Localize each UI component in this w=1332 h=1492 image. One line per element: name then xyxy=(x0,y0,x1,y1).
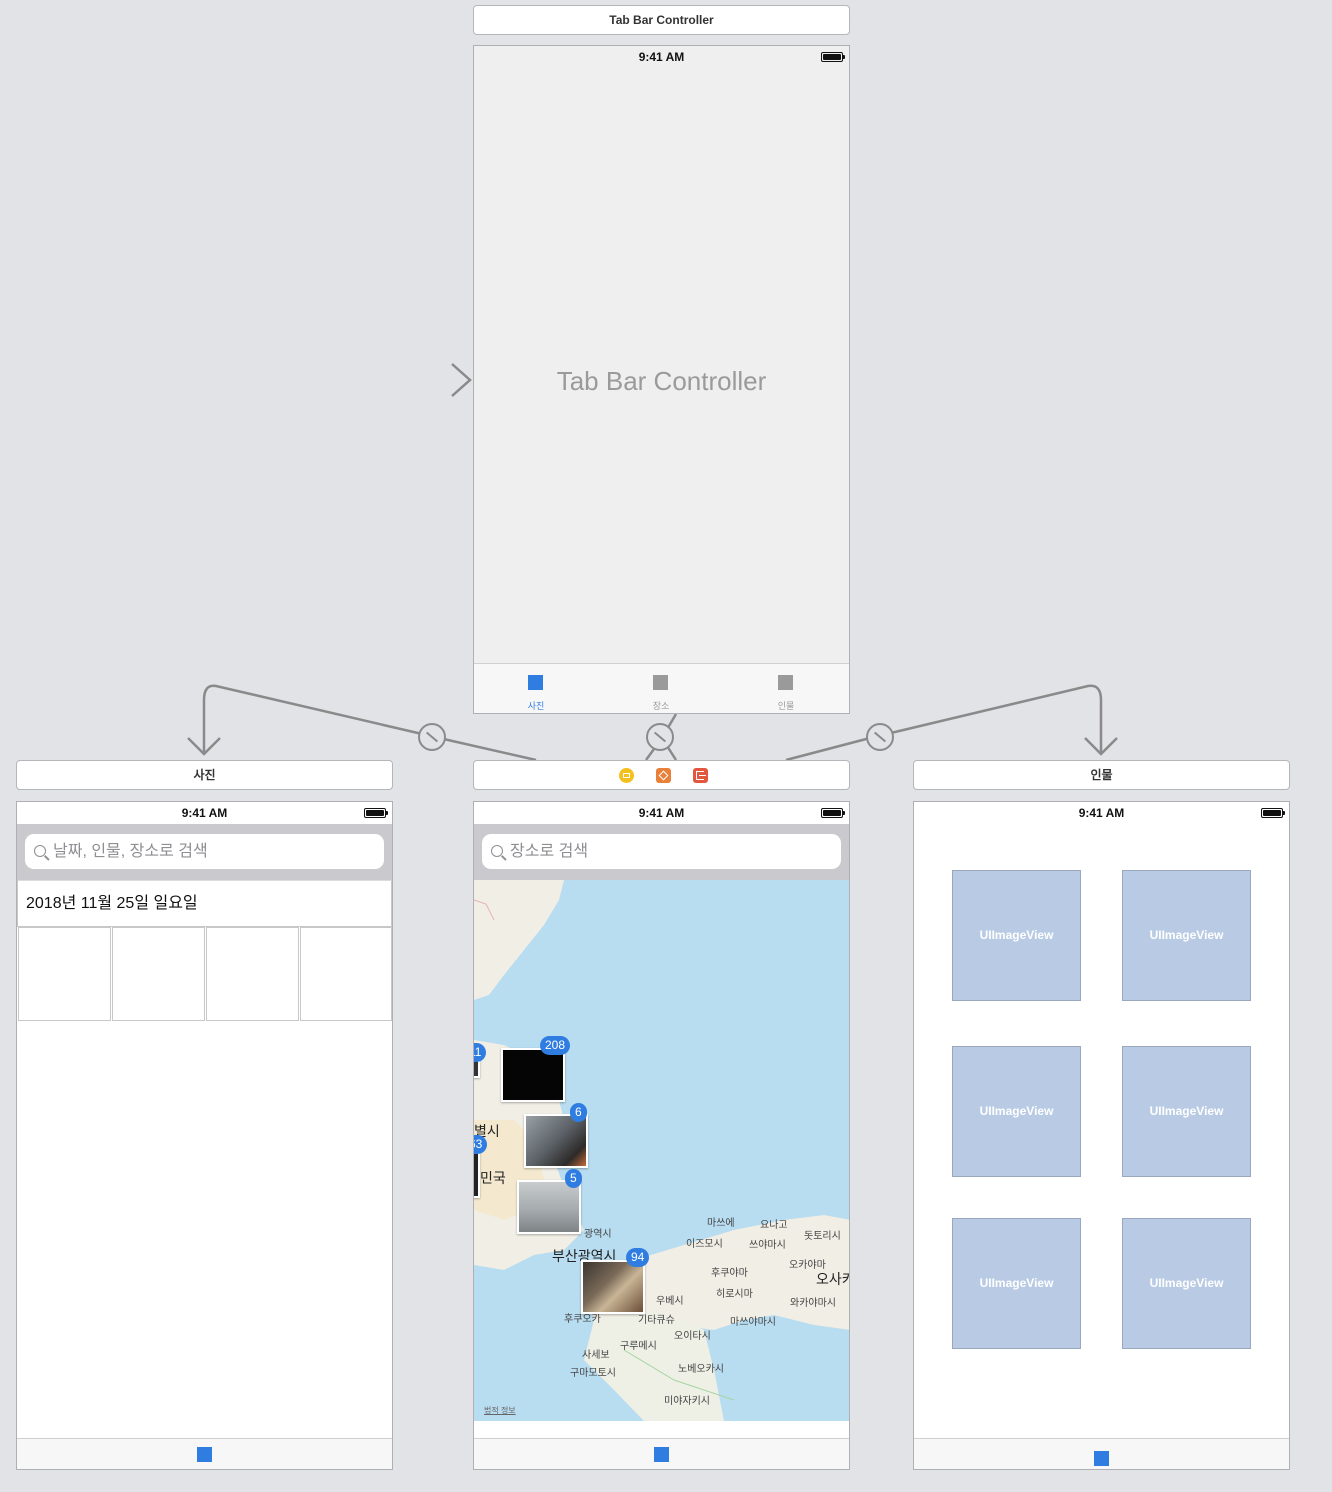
map-label: 민국 xyxy=(480,1170,506,1186)
photo-cluster-pin[interactable] xyxy=(474,1150,480,1198)
photo-cluster-pin[interactable] xyxy=(517,1180,581,1234)
tab-bar xyxy=(474,1438,849,1469)
tab-people[interactable]: 인물 xyxy=(761,674,811,712)
map-label: 오이타시 xyxy=(674,1331,711,1342)
search-bar-container: 장소로 검색 xyxy=(474,824,849,880)
tab-people-icon xyxy=(778,675,793,690)
search-input[interactable]: 장소로 검색 xyxy=(482,834,841,869)
search-input[interactable]: 날짜, 인물, 장소로 검색 xyxy=(25,834,384,869)
status-time: 9:41 AM xyxy=(1078,806,1125,820)
scene-header-tabbar[interactable]: Tab Bar Controller xyxy=(473,5,850,35)
status-bar: 9:41 AM xyxy=(17,802,392,824)
map-label: 돗토리시 xyxy=(804,1231,841,1242)
image-view[interactable]: UIImageView xyxy=(1122,870,1251,1001)
map-label: 우베시 xyxy=(656,1296,684,1307)
exit-icon[interactable] xyxy=(693,768,708,783)
cluster-count-badge: 6 xyxy=(570,1103,587,1122)
image-view[interactable]: UIImageView xyxy=(952,1046,1081,1177)
image-view[interactable]: UIImageView xyxy=(952,870,1081,1001)
tab-item-icon[interactable] xyxy=(1094,1451,1109,1466)
photo-cell[interactable] xyxy=(206,927,299,1021)
map-label: 오사카 xyxy=(816,1271,849,1287)
scene-placeholder-label: Tab Bar Controller xyxy=(556,366,767,396)
places-scene[interactable]: 9:41 AM 장소로 검색 별시 민국 광역시 부산광역시 마쓰에 요나고 돗… xyxy=(473,801,850,1470)
tab-places[interactable]: 장소 xyxy=(636,674,686,712)
tab-bar xyxy=(17,1438,392,1469)
map-label: 마쓰야마시 xyxy=(730,1317,776,1328)
relationship-segue-icon[interactable] xyxy=(646,723,674,751)
tab-photos-icon xyxy=(528,675,543,690)
scene-header-people[interactable]: 인물 xyxy=(913,760,1290,790)
legal-info-link[interactable]: 법적 정보 xyxy=(484,1405,516,1416)
search-placeholder: 장소로 검색 xyxy=(510,843,589,860)
photo-cluster-pin[interactable] xyxy=(524,1114,588,1168)
tab-bar xyxy=(914,1438,1289,1469)
map-label: 사세보 xyxy=(582,1350,610,1361)
tab-item-icon[interactable] xyxy=(197,1447,212,1462)
photo-cluster-pin[interactable] xyxy=(501,1048,565,1102)
tabbar-controller-scene[interactable]: 9:41 AM Tab Bar Controller 사진 장소 인물 xyxy=(473,45,850,714)
status-bar: 9:41 AM xyxy=(474,802,849,824)
map-label: 이즈모시 xyxy=(686,1239,723,1250)
tab-places-icon xyxy=(653,675,668,690)
image-view[interactable]: UIImageView xyxy=(952,1218,1081,1349)
tab-label: 사진 xyxy=(527,701,545,711)
photos-scene[interactable]: 9:41 AM 날짜, 인물, 장소로 검색 2018년 11월 25일 일요일 xyxy=(16,801,393,1470)
relationship-segue-icon[interactable] xyxy=(418,723,446,751)
map-label: 구마모토시 xyxy=(570,1368,616,1379)
map-label: 쓰야마시 xyxy=(749,1240,786,1251)
map-label: 미야자키시 xyxy=(664,1396,710,1407)
cluster-count-badge: 208 xyxy=(540,1036,571,1055)
map-view[interactable]: 별시 민국 광역시 부산광역시 마쓰에 요나고 돗토리시 이즈모시 쓰야마시 오… xyxy=(474,880,849,1421)
section-header: 2018년 11월 25일 일요일 xyxy=(17,880,392,927)
relationship-segue-icon[interactable] xyxy=(866,723,894,751)
tab-photos[interactable]: 사진 xyxy=(511,674,561,712)
battery-icon xyxy=(821,808,845,818)
search-bar-container: 날짜, 인물, 장소로 검색 xyxy=(17,824,392,880)
tab-label: 장소 xyxy=(652,701,670,711)
map-label: 후쿠야마 xyxy=(711,1268,748,1279)
tab-bar: 사진 장소 인물 xyxy=(474,663,849,713)
image-view[interactable]: UIImageView xyxy=(1122,1046,1251,1177)
photo-cell[interactable] xyxy=(300,927,392,1021)
people-scene[interactable]: 9:41 AM UIImageView UIImageView UIImageV… xyxy=(913,801,1290,1470)
photo-cell[interactable] xyxy=(18,927,111,1021)
status-time: 9:41 AM xyxy=(638,806,685,820)
battery-icon xyxy=(821,52,845,62)
tab-item-icon[interactable] xyxy=(654,1447,669,1462)
map-label: 노베오카시 xyxy=(678,1364,724,1375)
search-icon xyxy=(491,845,503,857)
map-label: 요나고 xyxy=(760,1220,788,1231)
search-placeholder: 날짜, 인물, 장소로 검색 xyxy=(53,843,208,860)
image-view[interactable]: UIImageView xyxy=(1122,1218,1251,1349)
photo-cluster-pin[interactable] xyxy=(581,1260,645,1314)
map-label: 와카야마시 xyxy=(790,1298,836,1309)
map-label: 마쓰에 xyxy=(707,1218,735,1229)
status-bar: 9:41 AM xyxy=(914,802,1289,824)
map-label: 광역시 xyxy=(584,1229,612,1240)
status-time: 9:41 AM xyxy=(638,50,685,64)
cluster-count-badge: 5 xyxy=(565,1169,582,1188)
status-time: 9:41 AM xyxy=(181,806,228,820)
cluster-count-badge: 94 xyxy=(626,1248,650,1267)
photo-cell[interactable] xyxy=(112,927,205,1021)
status-bar: 9:41 AM xyxy=(474,46,849,68)
map-label: 히로시마 xyxy=(716,1289,753,1300)
battery-icon xyxy=(364,808,388,818)
scene-header-photos[interactable]: 사진 xyxy=(16,760,393,790)
scene-header-places[interactable] xyxy=(473,760,850,790)
first-responder-icon[interactable] xyxy=(656,768,671,783)
view-controller-icon[interactable] xyxy=(619,768,634,783)
battery-icon xyxy=(1261,808,1285,818)
search-icon xyxy=(34,845,46,857)
tab-label: 인물 xyxy=(777,701,795,711)
map-label: 구루메시 xyxy=(620,1341,657,1352)
